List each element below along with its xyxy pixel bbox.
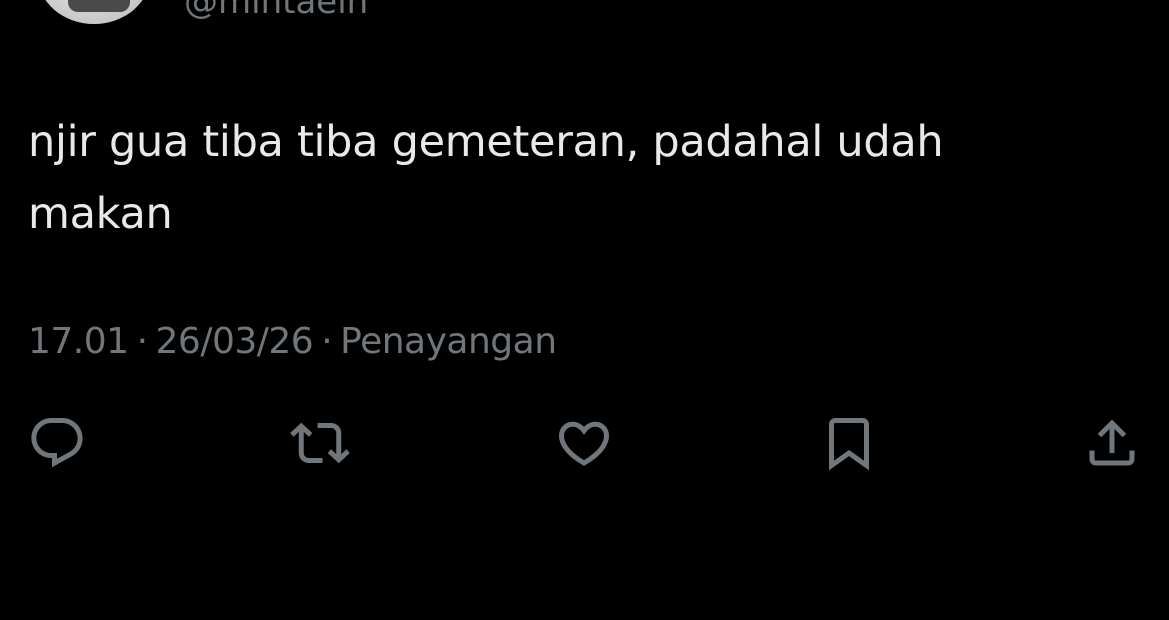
bookmark-icon [829,418,869,471]
action-bar [0,410,1169,476]
share-icon [1089,419,1135,466]
tweet-date[interactable]: 26/03/26 [156,321,314,362]
avatar-photo-detail [68,0,130,12]
avatar[interactable] [38,0,150,24]
retweet-button[interactable] [287,410,353,476]
like-button[interactable] [551,410,617,476]
reply-button[interactable] [24,410,90,476]
tweet-text: njir gua tiba tiba gemeteran, padahal ud… [28,117,944,239]
meta-separator: · [321,321,333,362]
meta-separator: · [136,321,148,362]
share-button[interactable] [1079,410,1145,476]
bookmark-button[interactable] [816,410,882,476]
views-label[interactable]: Penayangan [340,321,557,362]
retweet-icon [290,422,350,464]
like-icon [558,421,610,466]
tweet-time[interactable]: 17.01 [28,321,129,362]
tweet-meta: 17.01 · 26/03/26 · Penayangan [28,318,557,366]
user-handle[interactable]: @mintaein [184,0,368,22]
reply-icon [31,418,83,468]
